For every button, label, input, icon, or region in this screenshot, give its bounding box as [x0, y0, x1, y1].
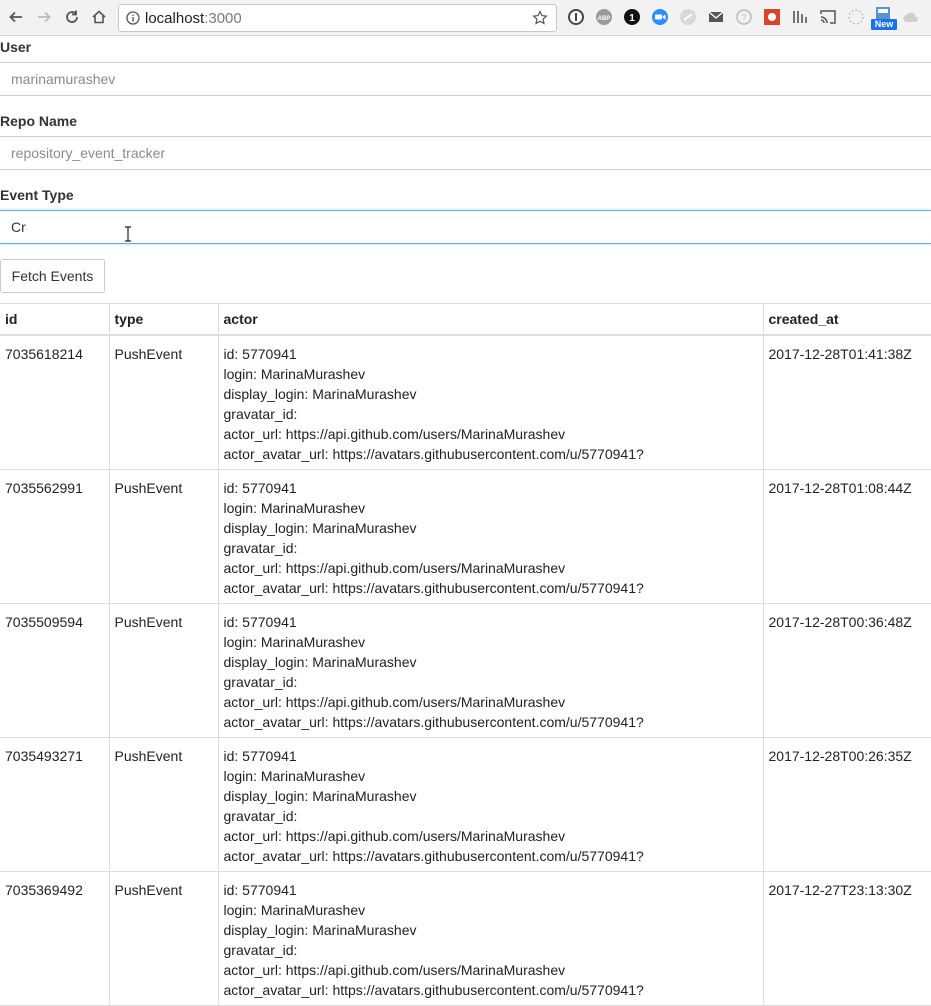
- cell-created-at: 2017-12-28T01:41:38Z: [763, 334, 931, 470]
- cell-actor: id: 5770941 login: MarinaMurashev displa…: [218, 603, 764, 738]
- browser-toolbar: localhost:3000 ABP 1 ? New: [0, 0, 931, 36]
- svg-text:ABP: ABP: [598, 16, 611, 22]
- actor-line: actor_avatar_url: https://avatars.github…: [223, 579, 644, 596]
- red-extension-icon[interactable]: [763, 8, 781, 26]
- address-bar[interactable]: localhost:3000: [118, 4, 557, 32]
- forward-icon[interactable]: [33, 6, 55, 28]
- cell-created-at: 2017-12-27T23:13:30Z: [763, 871, 931, 1006]
- actor-line: gravatar_id:: [223, 807, 298, 824]
- actor-line: display_login: MarinaMurashev: [223, 653, 417, 670]
- cell-id: 7035369492: [0, 871, 110, 1006]
- new-badge: New: [871, 19, 897, 30]
- cell-type: PushEvent: [109, 469, 219, 604]
- cell-created-at: 2017-12-28T00:36:48Z: [763, 603, 931, 738]
- back-icon[interactable]: [5, 6, 27, 28]
- dotted-circle-icon[interactable]: [847, 8, 865, 26]
- user-input[interactable]: [0, 63, 931, 95]
- actor-line: id: 5770941: [223, 747, 297, 764]
- actor-line: actor_url: https://api.github.com/users/…: [223, 425, 566, 442]
- onepassword-icon[interactable]: [567, 8, 585, 26]
- actor-line: gravatar_id:: [223, 941, 298, 958]
- grey-extension-icon[interactable]: [679, 8, 697, 26]
- zoom-icon[interactable]: [651, 8, 669, 26]
- actor-line: login: MarinaMurashev: [223, 633, 366, 650]
- extension-one-icon[interactable]: 1: [623, 8, 641, 26]
- events-table: id type actor created_at 7035618214 Push…: [0, 303, 931, 1006]
- user-label: User: [0, 39, 32, 55]
- table-row: 7035618214 PushEvent id: 5770941 login: …: [0, 334, 931, 470]
- table-row: 7035493271 PushEvent id: 5770941 login: …: [0, 737, 931, 872]
- actor-line: login: MarinaMurashev: [223, 767, 366, 784]
- table-row: 7035369492 PushEvent id: 5770941 login: …: [0, 871, 931, 1006]
- actor-line: actor_url: https://api.github.com/users/…: [223, 693, 566, 710]
- actor-line: id: 5770941: [223, 613, 297, 630]
- header-id: id: [0, 303, 110, 336]
- user-field-wrap: [0, 62, 931, 96]
- fetch-events-button[interactable]: Fetch Events: [0, 259, 105, 293]
- actor-line: gravatar_id:: [223, 673, 298, 690]
- cell-actor: id: 5770941 login: MarinaMurashev displa…: [218, 469, 764, 604]
- table-row: 7035562991 PushEvent id: 5770941 login: …: [0, 469, 931, 604]
- repo-field-wrap: [0, 136, 931, 170]
- cell-id: 7035562991: [0, 469, 110, 604]
- actor-line: login: MarinaMurashev: [223, 365, 366, 382]
- repo-name-label: Repo Name: [0, 113, 78, 129]
- cell-type: PushEvent: [109, 871, 219, 1006]
- table-header-row: id type actor created_at: [0, 303, 931, 336]
- cloud-icon[interactable]: [902, 8, 920, 26]
- cell-id: 7035509594: [0, 603, 110, 738]
- cell-actor: id: 5770941 login: MarinaMurashev displa…: [218, 737, 764, 872]
- wunderlist-icon[interactable]: [791, 8, 809, 26]
- actor-line: login: MarinaMurashev: [223, 499, 366, 516]
- cell-type: PushEvent: [109, 334, 219, 470]
- actor-line: display_login: MarinaMurashev: [223, 921, 417, 938]
- help-icon[interactable]: ?: [735, 8, 753, 26]
- actor-line: gravatar_id:: [223, 405, 298, 422]
- table-row: 7035509594 PushEvent id: 5770941 login: …: [0, 603, 931, 738]
- cell-type: PushEvent: [109, 603, 219, 738]
- actor-line: display_login: MarinaMurashev: [223, 519, 417, 536]
- actor-line: display_login: MarinaMurashev: [223, 385, 417, 402]
- cell-actor: id: 5770941 login: MarinaMurashev displa…: [218, 871, 764, 1006]
- url-text: localhost:3000: [145, 10, 242, 27]
- svg-text:?: ?: [741, 13, 746, 23]
- cell-actor: id: 5770941 login: MarinaMurashev displa…: [218, 334, 764, 470]
- cell-created-at: 2017-12-28T00:26:35Z: [763, 737, 931, 872]
- home-icon[interactable]: [88, 6, 110, 28]
- actor-line: actor_avatar_url: https://avatars.github…: [223, 981, 644, 998]
- actor-line: gravatar_id:: [223, 539, 298, 556]
- actor-line: id: 5770941: [223, 881, 297, 898]
- event-type-input[interactable]: [0, 211, 931, 243]
- cell-id: 7035493271: [0, 737, 110, 872]
- actor-line: actor_url: https://api.github.com/users/…: [223, 827, 566, 844]
- reload-icon[interactable]: [61, 6, 83, 28]
- actor-line: actor_avatar_url: https://avatars.github…: [223, 445, 644, 462]
- actor-line: actor_url: https://api.github.com/users/…: [223, 559, 566, 576]
- header-created-at: created_at: [763, 303, 931, 336]
- event-type-field-wrap: [0, 210, 931, 244]
- cell-created-at: 2017-12-28T01:08:44Z: [763, 469, 931, 604]
- actor-line: id: 5770941: [223, 345, 297, 362]
- svg-text:1: 1: [629, 13, 635, 24]
- repo-name-input[interactable]: [0, 137, 931, 169]
- cell-id: 7035618214: [0, 334, 110, 470]
- event-type-label: Event Type: [0, 187, 74, 203]
- actor-line: display_login: MarinaMurashev: [223, 787, 417, 804]
- actor-line: login: MarinaMurashev: [223, 901, 366, 918]
- text-cursor-icon: [125, 226, 131, 242]
- adblock-icon[interactable]: ABP: [595, 8, 613, 26]
- actor-line: actor_avatar_url: https://avatars.github…: [223, 713, 644, 730]
- header-actor: actor: [218, 303, 764, 336]
- cell-type: PushEvent: [109, 737, 219, 872]
- bookmark-star-icon[interactable]: [532, 10, 548, 26]
- cast-icon[interactable]: [819, 8, 837, 26]
- actor-line: id: 5770941: [223, 479, 297, 496]
- actor-line: actor_avatar_url: https://avatars.github…: [223, 847, 644, 864]
- info-icon[interactable]: [126, 11, 140, 25]
- header-type: type: [109, 303, 219, 336]
- mail-icon[interactable]: [707, 8, 725, 26]
